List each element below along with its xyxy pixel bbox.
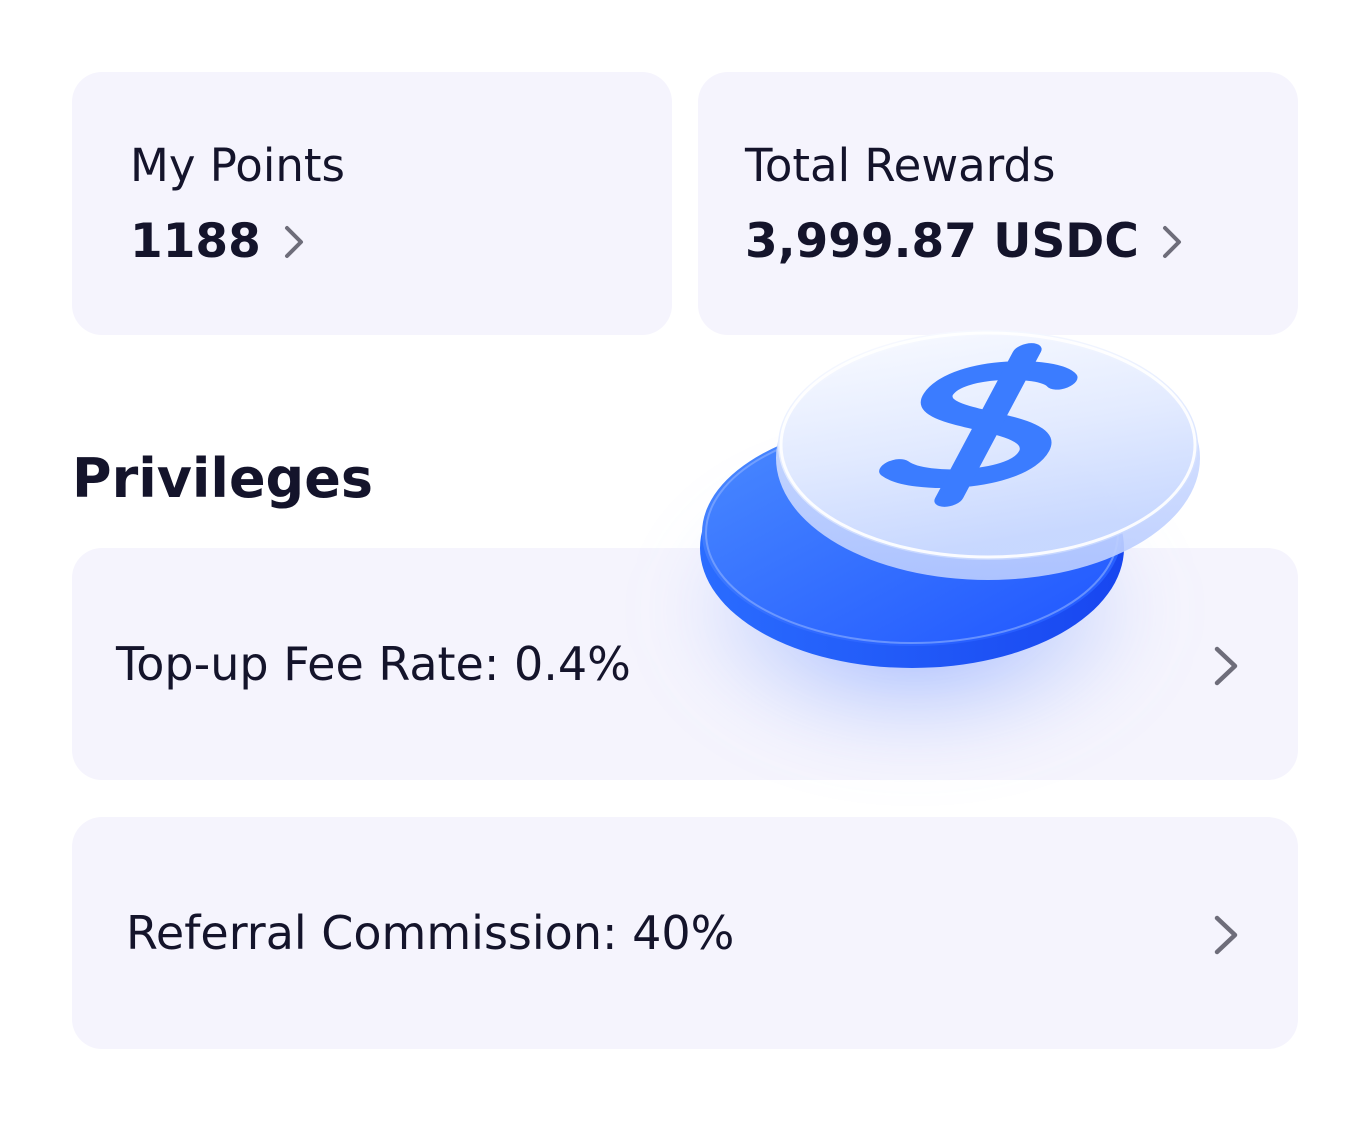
total-rewards-label: Total Rewards [745, 139, 1056, 192]
total-rewards-value: 3,999.87 USDC [745, 214, 1139, 269]
privilege-item-referral-commission[interactable]: Referral Commission: 40% [72, 817, 1298, 1049]
privilege-item-top-up-fee[interactable]: Top-up Fee Rate: 0.4% [72, 548, 1298, 780]
total-rewards-value-row[interactable]: 3,999.87 USDC [745, 212, 1183, 272]
my-points-value-row[interactable]: 1188 [130, 212, 305, 272]
chevron-right-icon [284, 226, 303, 258]
privileges-heading: Privileges [72, 447, 373, 510]
my-points-value: 1188 [130, 214, 261, 269]
my-points-card[interactable]: My Points 1188 [72, 72, 672, 335]
total-rewards-card[interactable]: Total Rewards 3,999.87 USDC [698, 72, 1298, 335]
privilege-item-label: Top-up Fee Rate: 0.4% [116, 637, 631, 691]
chevron-right-icon [1162, 226, 1181, 258]
my-points-label: My Points [130, 139, 345, 192]
chevron-right-icon [1214, 915, 1238, 955]
privilege-item-label: Referral Commission: 40% [126, 906, 735, 960]
chevron-right-icon [1214, 646, 1238, 686]
